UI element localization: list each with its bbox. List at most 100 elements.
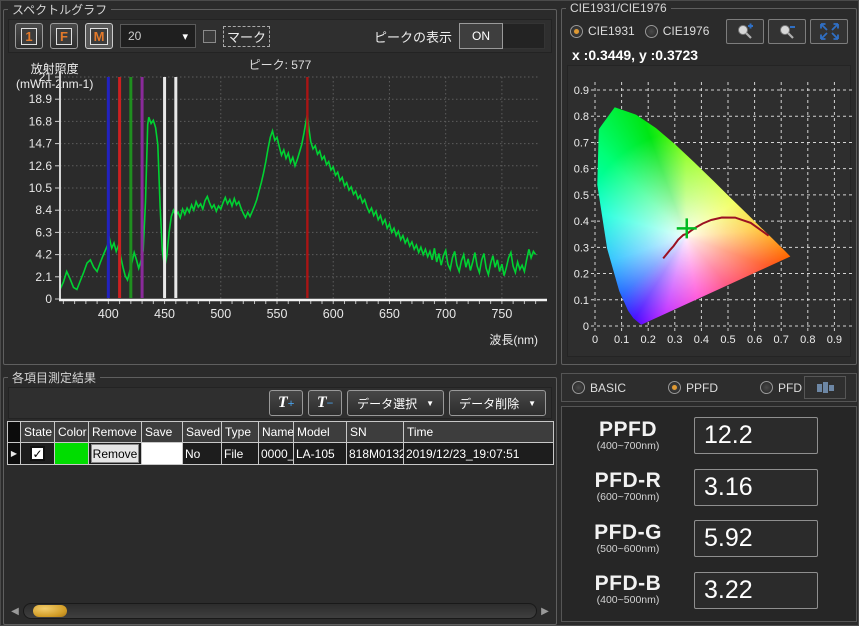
zoom-out-button[interactable] <box>768 19 806 44</box>
app-window: スペクトルグラフ 1 F M 20 ▾ マーク ピークの表示 ON ピーク: 5… <box>0 0 859 626</box>
cie-panel: CIE1931/CIE1976 CIE1931 CIE1976 <box>561 1 857 365</box>
y-tick-label: 10.5 <box>29 181 53 195</box>
x-tick-label: 750 <box>491 307 512 321</box>
col-header-color[interactable]: Color <box>55 422 89 443</box>
scrollbar-thumb[interactable] <box>33 605 67 617</box>
cie-y-tick-label: 0.5 <box>574 190 589 202</box>
fit-view-button[interactable] <box>810 19 848 44</box>
x-tick-label: 450 <box>154 307 175 321</box>
col-header-time[interactable]: Time <box>404 422 554 443</box>
peak-display-label: ピークの表示 <box>374 27 452 46</box>
col-header-model[interactable]: Model <box>294 422 347 443</box>
spectrum-toolbar: 1 F M 20 ▾ マーク ピークの表示 ON <box>8 19 552 53</box>
radio-ppfd[interactable]: PPFD <box>668 381 718 395</box>
saved-cell: No <box>183 443 222 465</box>
data-select-button[interactable]: データ選択 ▼ <box>347 390 444 416</box>
scroll-left-icon[interactable]: ◀ <box>9 606 21 617</box>
cie-x-tick-label: 0.2 <box>641 334 656 346</box>
cie-x-tick-label: 0.3 <box>667 334 682 346</box>
scrollbar-track[interactable] <box>23 603 537 619</box>
spectrum-plot: 2118.916.814.712.610.58.46.34.22.1040045… <box>8 55 556 357</box>
x-axis-label: 波長(nm) <box>489 331 538 348</box>
pfd-g-row: PFD-G(500~600nm) 5.92 <box>562 520 856 557</box>
radio-cie1931[interactable]: CIE1931 <box>570 24 635 38</box>
spectrum-graph-panel: スペクトルグラフ 1 F M 20 ▾ マーク ピークの表示 ON ピーク: 5… <box>3 1 557 365</box>
type-cell: File <box>222 443 259 465</box>
cie-panel-title: CIE1931/CIE1976 <box>566 1 671 15</box>
peak-toggle-on[interactable]: ON <box>459 23 503 49</box>
y-tick-label: 14.7 <box>29 137 53 151</box>
cie-x-tick-label: 0.1 <box>614 334 629 346</box>
state-checkbox[interactable]: ✓ <box>30 446 45 461</box>
cie-x-tick-label: 0 <box>592 334 598 346</box>
view-f-button[interactable]: F <box>50 23 78 49</box>
plus-icon: + <box>288 396 295 410</box>
peak-display-toggle[interactable]: ON <box>459 23 545 49</box>
mark-label[interactable]: マーク <box>223 26 270 47</box>
data-delete-button[interactable]: データ削除 ▼ <box>449 390 546 416</box>
chevron-down-icon: ▾ <box>182 30 188 43</box>
spectrum-panel-title: スペクトルグラフ <box>8 1 111 18</box>
cie-controls: CIE1931 CIE1976 <box>566 16 852 46</box>
radio-pfd[interactable]: PFD <box>760 381 802 395</box>
dropdown-arrow-icon: ▼ <box>528 399 536 408</box>
y-tick-label: 21 <box>39 70 53 84</box>
row-marker-header <box>8 422 21 443</box>
y-tick-label: 16.8 <box>29 114 53 128</box>
panel-view-button[interactable] <box>804 376 846 399</box>
text-remove-button[interactable]: T− <box>308 390 342 416</box>
horizontal-scrollbar[interactable]: ◀ ▶ <box>9 602 551 620</box>
mark-checkbox[interactable] <box>203 30 216 43</box>
pfd-panel: BASIC PPFD PFD PPFD(400~700nm) 12.2 PFD-… <box>561 373 857 624</box>
zoom-in-button[interactable] <box>726 19 764 44</box>
y-tick-label: 18.9 <box>29 92 53 106</box>
results-panel: 各項目測定結果 T+ T− データ選択 ▼ データ削除 ▼ StateColor… <box>3 369 557 625</box>
state-cell[interactable]: ✓ <box>21 443 55 465</box>
pfd-b-row: PFD-B(400~500nm) 3.22 <box>562 572 856 609</box>
col-header-sn[interactable]: SN <box>347 422 404 443</box>
x-tick-label: 400 <box>98 307 119 321</box>
cie-y-tick-label: 0 <box>583 321 589 333</box>
col-header-name[interactable]: Name <box>259 422 294 443</box>
col-header-state[interactable]: State <box>21 422 55 443</box>
view-m-button[interactable]: M <box>85 23 113 49</box>
cie-x-tick-label: 0.4 <box>694 334 709 346</box>
magnifier-minus-icon <box>777 23 797 40</box>
remove-button[interactable]: Remove <box>91 444 139 463</box>
cie-x-tick-label: 0.7 <box>774 334 789 346</box>
table-row[interactable]: ▶✓RemoveNoFile0000_VLA-105818M01322019/1… <box>8 443 554 465</box>
radio-dot <box>570 25 583 38</box>
cie-x-tick-label: 0.9 <box>827 334 842 346</box>
pfd-values: PPFD(400~700nm) 12.2 PFD-R(600~700nm) 3.… <box>561 406 857 622</box>
text-add-button[interactable]: T+ <box>269 390 303 416</box>
interval-dropdown[interactable]: 20 ▾ <box>120 24 196 48</box>
results-toolbar: T+ T− データ選択 ▼ データ削除 ▼ <box>8 387 552 419</box>
y-tick-label: 8.4 <box>35 203 52 217</box>
ppfd-row: PPFD(400~700nm) 12.2 <box>562 417 856 454</box>
cie-y-tick-label: 0.9 <box>574 85 589 97</box>
ppfd-value: 12.2 <box>694 417 818 454</box>
pfd-r-label: PFD-R <box>562 471 694 491</box>
view-1-button[interactable]: 1 <box>15 23 43 49</box>
radio-dot <box>668 381 681 394</box>
save-cell[interactable] <box>142 443 183 465</box>
col-header-save[interactable]: Save <box>142 422 183 443</box>
color-cell[interactable] <box>55 443 89 465</box>
y-tick-label: 4.2 <box>35 248 52 262</box>
radio-basic[interactable]: BASIC <box>572 381 626 395</box>
col-header-saved[interactable]: Saved <box>183 422 222 443</box>
radio-dot <box>645 25 658 38</box>
radio-cie1976[interactable]: CIE1976 <box>645 24 710 38</box>
radio-dot <box>572 381 585 394</box>
cie-y-tick-label: 0.6 <box>574 164 589 176</box>
pfd-b-label: PFD-B <box>562 574 694 594</box>
pfd-r-value: 3.16 <box>694 469 818 506</box>
results-panel-title: 各項目測定結果 <box>8 369 100 386</box>
col-header-remove[interactable]: Remove <box>89 422 142 443</box>
scroll-right-icon[interactable]: ▶ <box>539 606 551 617</box>
col-header-type[interactable]: Type <box>222 422 259 443</box>
view-m-icon: M <box>90 28 109 45</box>
graph-icon <box>817 384 822 392</box>
peak-toggle-off[interactable] <box>503 23 545 49</box>
cie-y-tick-label: 0.8 <box>574 111 589 123</box>
